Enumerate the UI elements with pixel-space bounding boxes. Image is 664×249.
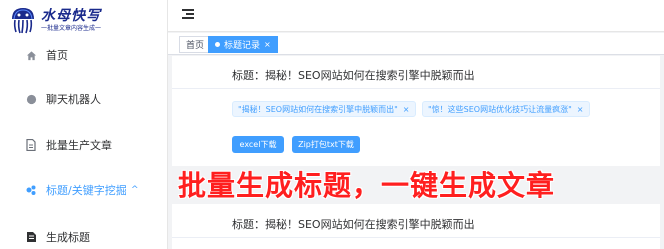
tab-label: 标题记录 xyxy=(224,41,261,51)
sidebar: 水母快写 一批量文章内容生成一 首页 聊天机器人 批量生产文章 标题/关键字挖掘… xyxy=(0,0,168,249)
divider xyxy=(172,237,660,238)
logo-subtitle: 一批量文章内容生成一 xyxy=(41,24,102,32)
close-icon[interactable]: × xyxy=(264,40,271,49)
excel-download-button[interactable]: excel下载 xyxy=(232,136,284,153)
sidebar-item-label: 批量生产文章 xyxy=(46,139,112,152)
close-icon[interactable]: × xyxy=(403,105,410,114)
tab-label: 首页 xyxy=(186,41,205,51)
sidebar-item-chat-bot[interactable]: 聊天机器人 xyxy=(0,87,167,111)
generate-icon xyxy=(24,230,38,244)
logo-title: 水母快写 xyxy=(41,7,101,24)
sidebar-item-home[interactable]: 首页 xyxy=(0,43,167,67)
sidebar-item-title-keyword-mining[interactable]: 标题/关键字挖掘 ^ xyxy=(0,178,167,202)
active-dot-icon xyxy=(215,42,220,47)
title-record-card: 标题：揭秘！SEO网站如何在搜索引擎中脱颖而出 "揭秘！SEO网站如何在搜索引擎… xyxy=(172,56,660,166)
sidebar-item-generate-titles[interactable]: 生成标题 xyxy=(0,225,167,249)
home-icon xyxy=(24,48,38,62)
top-header xyxy=(168,0,664,32)
sidebar-item-label: 首页 xyxy=(46,49,68,62)
zip-txt-download-button[interactable]: Zip打包txt下载 xyxy=(292,136,360,153)
chip-label: "揭秘！SEO网站如何在搜索引擎中脱颖而出" xyxy=(238,104,398,114)
document-icon xyxy=(24,138,38,152)
title-chip[interactable]: "揭秘！SEO网站如何在搜索引擎中脱颖而出" × xyxy=(232,101,416,117)
overlay-caption: 批量生成标题，一键生成文章 xyxy=(178,169,556,202)
tags-view-bar: 首页 标题记录 × xyxy=(168,33,664,55)
card-title: 标题：揭秘！SEO网站如何在搜索引擎中脱颖而出 xyxy=(232,218,475,231)
chevron-up-icon: ^ xyxy=(131,185,139,195)
hamburger-menu-icon[interactable] xyxy=(182,9,194,20)
sidebar-item-batch-articles[interactable]: 批量生产文章 xyxy=(0,133,167,157)
sidebar-item-label: 聊天机器人 xyxy=(46,93,101,106)
card-title: 标题：揭秘！SEO网站如何在搜索引擎中脱颖而出 xyxy=(232,69,475,82)
title-chip[interactable]: "惊！这些SEO网站优化技巧让流量疯涨" × xyxy=(422,101,590,117)
close-icon[interactable]: × xyxy=(577,105,584,114)
title-record-card: 标题：揭秘！SEO网站如何在搜索引擎中脱颖而出 xyxy=(172,204,660,249)
chip-label: "惊！这些SEO网站优化技巧让流量疯涨" xyxy=(428,104,572,114)
divider xyxy=(172,88,660,89)
logo[interactable]: 水母快写 一批量文章内容生成一 xyxy=(8,3,101,37)
sidebar-item-label: 标题/关键字挖掘 xyxy=(46,184,127,197)
tab-home[interactable]: 首页 xyxy=(179,36,212,53)
jellyfish-logo-icon xyxy=(12,8,34,34)
tab-title-records[interactable]: 标题记录 × xyxy=(208,36,278,53)
sidebar-item-label: 生成标题 xyxy=(46,231,90,244)
main-content: 标题：揭秘！SEO网站如何在搜索引擎中脱颖而出 "揭秘！SEO网站如何在搜索引擎… xyxy=(168,56,664,249)
chat-bot-icon xyxy=(24,92,38,106)
tag-icon xyxy=(24,183,38,197)
